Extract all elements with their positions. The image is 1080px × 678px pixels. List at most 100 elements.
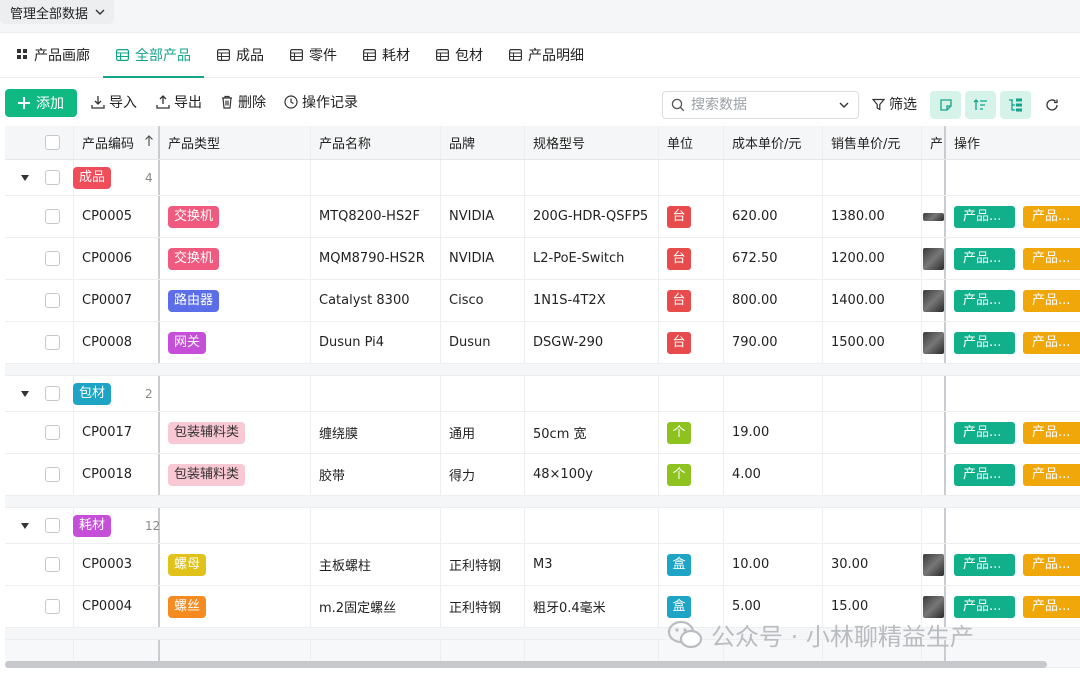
row-select-cell[interactable]	[45, 280, 60, 321]
chevron-down-icon[interactable]	[838, 99, 850, 111]
unit-cell[interactable]: 台	[667, 238, 714, 279]
row-checkbox[interactable]	[45, 251, 60, 266]
product-code-cell[interactable]: CP0018	[82, 454, 150, 495]
row-select-cell[interactable]	[45, 412, 60, 453]
product-type-cell[interactable]: 包装辅料类	[168, 412, 301, 453]
column-header-name[interactable]: 产品名称	[319, 126, 440, 159]
tab-all-products[interactable]: 全部产品	[103, 32, 204, 78]
product-action-button[interactable]: 产品...	[954, 289, 1015, 312]
product-type-cell[interactable]: 螺母	[168, 544, 301, 585]
product-code-cell[interactable]: CP0004	[82, 586, 150, 627]
product-thumbnail[interactable]	[923, 553, 944, 576]
row-checkbox[interactable]	[45, 425, 60, 440]
product-action-button[interactable]: 产品...	[954, 595, 1015, 618]
product-name-cell[interactable]: MTQ8200-HS2F	[319, 196, 431, 237]
cost-price-cell[interactable]: 620.00	[732, 196, 813, 237]
product-image-cell[interactable]	[923, 544, 944, 585]
tab-packaging[interactable]: 包材	[423, 32, 496, 77]
filter-button[interactable]: 筛选	[872, 94, 917, 114]
spec-cell[interactable]: 粗牙0.4毫米	[533, 586, 649, 627]
tab-gallery[interactable]: 产品画廊	[4, 32, 103, 77]
product-code-cell[interactable]: CP0003	[82, 544, 150, 585]
row-select-cell[interactable]	[45, 238, 60, 279]
product-action-button[interactable]: 产品...	[954, 463, 1015, 486]
group-toggle[interactable]	[21, 376, 29, 411]
spec-cell[interactable]: DSGW-290	[533, 322, 649, 363]
cost-price-cell[interactable]: 672.50	[732, 238, 813, 279]
table-row[interactable]: CP0008 网关 Dusun Pi4 Dusun DSGW-290 台 790.00 150…	[5, 322, 1080, 364]
brand-cell[interactable]: 得力	[449, 454, 515, 495]
brand-cell[interactable]: 正利特钢	[449, 544, 515, 585]
product-action-button[interactable]: 产品...	[954, 421, 1015, 444]
search-input[interactable]	[691, 97, 832, 113]
product-action-button-2[interactable]: 产品...	[1023, 595, 1080, 618]
row-select-cell[interactable]	[45, 196, 60, 237]
row-checkbox[interactable]	[45, 209, 60, 224]
brand-cell[interactable]: NVIDIA	[449, 238, 515, 279]
delete-button[interactable]: 删除	[220, 92, 266, 112]
sale-price-cell[interactable]: 1200.00	[831, 238, 912, 279]
caret-down-icon[interactable]	[21, 522, 29, 529]
product-action-button-2[interactable]: 产品...	[1023, 205, 1080, 228]
table-row[interactable]: CP0018 包装辅料类 胶带 得力 48×100y 个 4.00 产品... 产品...	[5, 454, 1080, 496]
table-row[interactable]: CP0006 交换机 MQM8790-HS2R NVIDIA L2-PoE-Switch…	[5, 238, 1080, 280]
product-thumbnail[interactable]	[923, 212, 944, 221]
sale-price-cell[interactable]	[831, 454, 912, 495]
product-action-button-2[interactable]: 产品...	[1023, 289, 1080, 312]
product-type-cell[interactable]: 交换机	[168, 238, 301, 279]
tab-consumables[interactable]: 耗材	[350, 32, 423, 77]
product-thumbnail[interactable]	[923, 331, 944, 354]
product-code-cell[interactable]: CP0006	[82, 238, 150, 279]
product-action-button-2[interactable]: 产品...	[1023, 331, 1080, 354]
product-image-cell[interactable]	[923, 280, 944, 321]
cost-price-cell[interactable]: 19.00	[732, 412, 813, 453]
product-name-cell[interactable]: MQM8790-HS2R	[319, 238, 431, 279]
horizontal-scrollbar[interactable]	[5, 661, 1047, 668]
product-action-button[interactable]: 产品...	[954, 205, 1015, 228]
import-button[interactable]: 导入	[91, 92, 137, 112]
sale-price-cell[interactable]: 1380.00	[831, 196, 912, 237]
row-checkbox[interactable]	[45, 599, 60, 614]
product-code-cell[interactable]: CP0007	[82, 280, 150, 321]
product-action-button[interactable]: 产品...	[954, 247, 1015, 270]
unit-cell[interactable]: 个	[667, 454, 714, 495]
product-thumbnail[interactable]	[923, 595, 944, 618]
group-checkbox[interactable]	[45, 518, 60, 533]
cost-price-cell[interactable]: 790.00	[732, 322, 813, 363]
unit-cell[interactable]: 台	[667, 196, 714, 237]
product-image-cell[interactable]	[923, 322, 944, 363]
brand-cell[interactable]: 通用	[449, 412, 515, 453]
sort-asc-icon[interactable]	[144, 134, 154, 151]
product-thumbnail[interactable]	[923, 289, 944, 312]
brand-cell[interactable]: NVIDIA	[449, 196, 515, 237]
row-checkbox[interactable]	[45, 335, 60, 350]
group-checkbox[interactable]	[45, 386, 60, 401]
refresh-button[interactable]	[1036, 91, 1067, 119]
caret-down-icon[interactable]	[21, 174, 29, 181]
product-action-button[interactable]: 产品...	[954, 553, 1015, 576]
row-checkbox[interactable]	[45, 293, 60, 308]
product-type-cell[interactable]: 交换机	[168, 196, 301, 237]
column-header-code[interactable]: 产品编码	[82, 126, 159, 159]
cost-price-cell[interactable]: 4.00	[732, 454, 813, 495]
tab-finished[interactable]: 成品	[204, 32, 277, 77]
brand-cell[interactable]: Cisco	[449, 280, 515, 321]
product-name-cell[interactable]: Dusun Pi4	[319, 322, 431, 363]
product-image-cell[interactable]	[923, 238, 944, 279]
row-checkbox[interactable]	[45, 557, 60, 572]
group-select-cell[interactable]	[45, 160, 60, 195]
table-row[interactable]: CP0017 包装辅料类 缠绕膜 通用 50cm 宽 个 19.00 产品... 产品...	[5, 412, 1080, 454]
export-button[interactable]: 导出	[156, 92, 202, 112]
row-select-cell[interactable]	[45, 322, 60, 363]
select-all-cell[interactable]	[45, 126, 60, 159]
brand-cell[interactable]: 正利特钢	[449, 586, 515, 627]
product-name-cell[interactable]: Catalyst 8300	[319, 280, 431, 321]
select-all-checkbox[interactable]	[45, 135, 60, 150]
product-name-cell[interactable]: m.2固定螺丝	[319, 586, 431, 627]
spec-cell[interactable]: 1N1S-4T2X	[533, 280, 649, 321]
column-header-brand[interactable]: 品牌	[449, 126, 524, 159]
product-name-cell[interactable]: 主板螺柱	[319, 544, 431, 585]
product-code-cell[interactable]: CP0005	[82, 196, 150, 237]
unit-cell[interactable]: 盒	[667, 544, 714, 585]
group-checkbox[interactable]	[45, 170, 60, 185]
